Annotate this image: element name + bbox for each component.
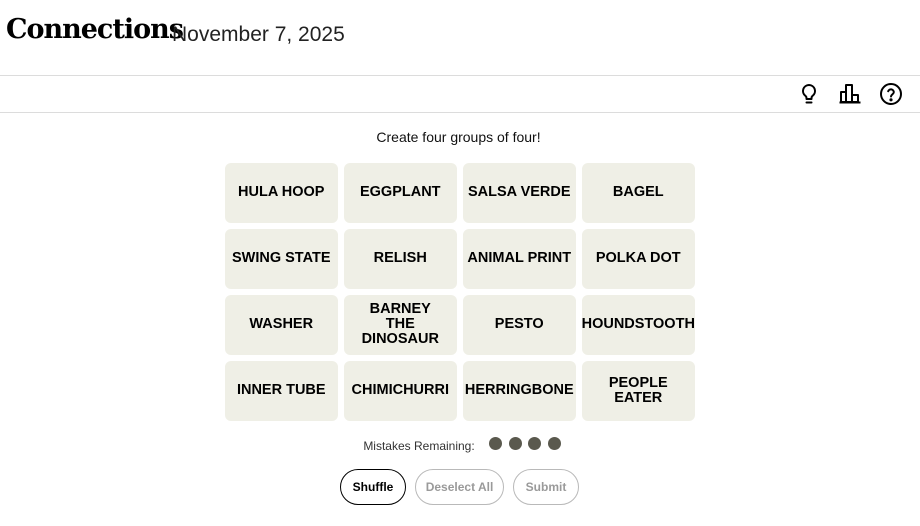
puzzle-date: November 7, 2025 — [172, 23, 345, 46]
word-tile[interactable]: PESTO — [463, 295, 576, 355]
deselect-all-button[interactable]: Deselect All — [415, 469, 504, 505]
mistake-dot — [489, 437, 503, 450]
tile-label: WASHER — [249, 316, 314, 333]
word-tile[interactable]: PEOPLE EATER — [582, 361, 695, 421]
mistakes-label: Mistakes Remaining: — [363, 439, 475, 453]
word-tile[interactable]: HERRINGBONE — [463, 361, 576, 421]
word-tile[interactable]: SWING STATE — [225, 229, 338, 289]
game-controls: Shuffle Deselect All Submit — [340, 469, 579, 505]
submit-button[interactable]: Submit — [513, 469, 579, 505]
word-tile[interactable]: POLKA DOT — [582, 229, 695, 289]
tile-label: HERRINGBONE — [464, 382, 574, 399]
word-tile[interactable]: SALSA VERDE — [463, 163, 576, 223]
leaderboard-icon[interactable] — [838, 82, 862, 106]
tile-label: POLKA DOT — [595, 250, 681, 267]
word-tile[interactable]: WASHER — [225, 295, 338, 355]
word-tile[interactable]: RELISH — [344, 229, 457, 289]
mistake-dots — [483, 437, 561, 455]
mistake-dot — [508, 437, 522, 450]
tile-label: INNER TUBE — [236, 382, 326, 399]
tile-label: RELISH — [373, 250, 427, 267]
word-tile[interactable]: CHIMICHURRI — [344, 361, 457, 421]
instructions: Create four groups of four! — [376, 129, 541, 145]
tile-label: HOUNDSTOOTH — [581, 316, 695, 333]
word-tile[interactable]: HOUNDSTOOTH — [582, 295, 695, 355]
tile-label: ANIMAL PRINT — [467, 250, 572, 267]
mistake-dot — [528, 437, 542, 450]
tile-label: HULA HOOP — [238, 184, 325, 201]
tile-label: SWING STATE — [231, 250, 331, 267]
word-tile[interactable]: BAGEL — [582, 163, 695, 223]
tile-label: BAGEL — [612, 184, 664, 201]
mistakes-remaining: Mistakes Remaining: — [0, 437, 920, 455]
header: Connections November 7, 2025 — [0, 0, 920, 76]
word-tile[interactable]: EGGPLANT — [344, 163, 457, 223]
shuffle-button[interactable]: Shuffle — [340, 469, 406, 505]
toolbar — [0, 76, 920, 113]
tile-label: PEOPLE EATER — [608, 374, 668, 406]
page-title: Connections — [6, 14, 184, 45]
word-tile[interactable]: INNER TUBE — [225, 361, 338, 421]
word-tile[interactable]: ANIMAL PRINT — [463, 229, 576, 289]
tile-label: BARNEY THE DINOSAUR — [361, 301, 439, 348]
tile-label: PESTO — [494, 316, 544, 333]
word-tile[interactable]: HULA HOOP — [225, 163, 338, 223]
tile-board: HULA HOOP EGGPLANT SALSA VERDE BAGEL SWI… — [225, 163, 695, 421]
help-icon[interactable] — [879, 82, 903, 106]
tile-label: SALSA VERDE — [467, 184, 571, 201]
word-tile[interactable]: BARNEY THE DINOSAUR — [344, 295, 457, 355]
tile-label: CHIMICHURRI — [351, 382, 449, 399]
mistake-dot — [547, 437, 561, 450]
lightbulb-icon[interactable] — [797, 82, 821, 106]
tile-label: EGGPLANT — [359, 184, 441, 201]
